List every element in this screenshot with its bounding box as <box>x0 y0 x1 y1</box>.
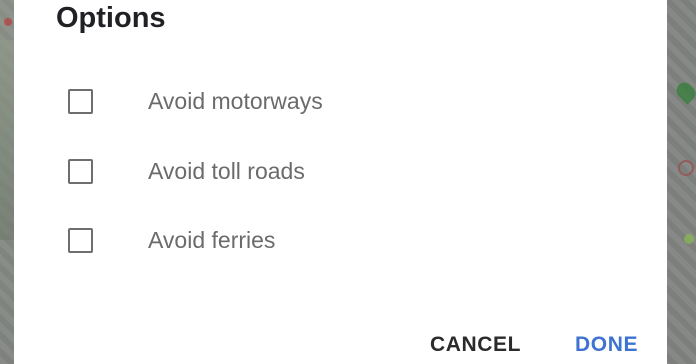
map-marker-icon <box>4 18 12 26</box>
option-label: Avoid motorways <box>148 88 323 114</box>
cancel-button[interactable]: CANCEL <box>430 326 521 364</box>
done-button[interactable]: DONE <box>575 326 638 364</box>
checkbox-unchecked-icon[interactable] <box>68 228 93 253</box>
route-options-dialog: Options Avoid motorways Avoid toll roads… <box>14 0 667 364</box>
transit-station-icon <box>678 160 694 176</box>
option-avoid-toll-roads[interactable]: Avoid toll roads <box>66 151 626 191</box>
option-avoid-ferries[interactable]: Avoid ferries <box>66 220 626 260</box>
option-label: Avoid toll roads <box>148 158 305 184</box>
option-label: Avoid ferries <box>148 227 276 253</box>
dialog-title: Options <box>56 2 166 34</box>
map-road <box>0 40 14 240</box>
checkbox-unchecked-icon[interactable] <box>68 89 93 114</box>
map-poi-icon <box>684 234 694 244</box>
checkbox-unchecked-icon[interactable] <box>68 159 93 184</box>
option-avoid-motorways[interactable]: Avoid motorways <box>66 81 626 121</box>
